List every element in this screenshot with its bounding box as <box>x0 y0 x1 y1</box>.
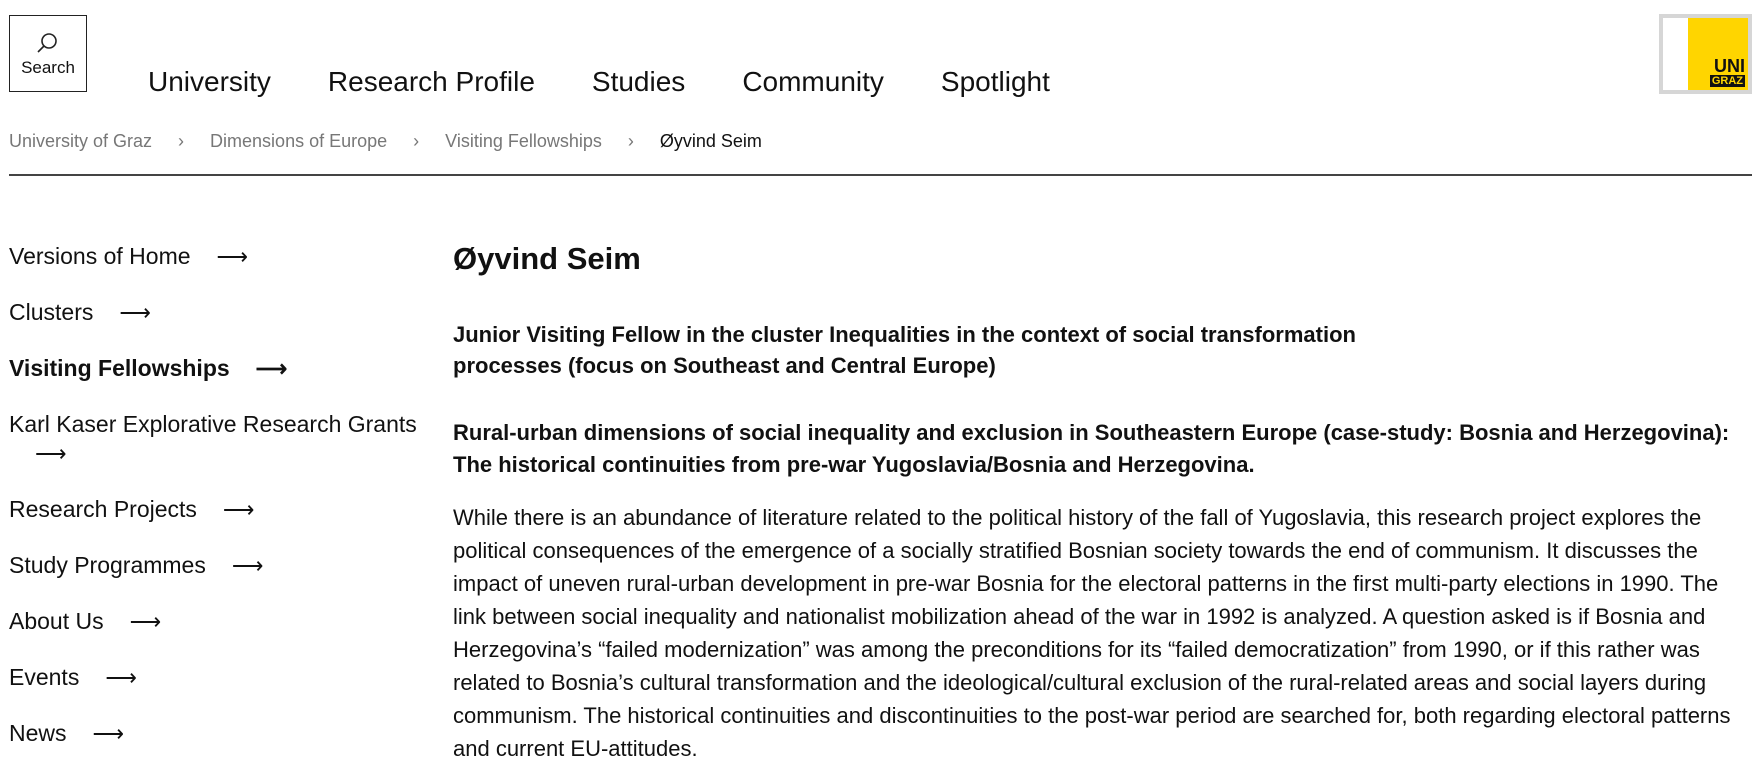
arrow-right-icon: ⟶ <box>216 244 249 269</box>
nav-community[interactable]: Community <box>742 66 884 98</box>
arrow-right-icon: ⟶ <box>231 553 264 578</box>
main-navigation: University Research Profile Studies Comm… <box>148 66 1107 98</box>
breadcrumb: University of Graz › Dimensions of Europ… <box>9 131 762 152</box>
sidebar-item-label: Karl Kaser Explorative Research Grants <box>9 411 417 437</box>
nav-studies[interactable]: Studies <box>592 66 685 98</box>
sidebar-item-versions-of-home[interactable]: Versions of Home ⟶ <box>9 242 419 271</box>
sidebar-item-visiting-fellowships[interactable]: Visiting Fellowships ⟶ <box>9 354 419 383</box>
breadcrumb-separator: › <box>627 131 634 151</box>
sidebar-item-news[interactable]: News ⟶ <box>9 719 419 748</box>
sidebar-item-label: Versions of Home <box>9 243 191 269</box>
sidebar-item-about-us[interactable]: About Us ⟶ <box>9 607 419 636</box>
sidebar-item-label: Clusters <box>9 299 94 325</box>
arrow-right-icon: ⟶ <box>35 441 67 466</box>
sidebar-item-research-projects[interactable]: Research Projects ⟶ <box>9 495 419 524</box>
breadcrumb-separator: › <box>413 131 420 151</box>
logo-text-graz: GRAZ <box>1709 75 1745 87</box>
arrow-right-icon: ⟶ <box>222 497 255 522</box>
page-title: Øyvind Seim <box>453 241 641 276</box>
sidebar-item-clusters[interactable]: Clusters ⟶ <box>9 298 419 327</box>
sidebar-item-study-programmes[interactable]: Study Programmes ⟶ <box>9 551 419 580</box>
sidebar-item-karl-kaser-grants[interactable]: Karl Kaser Explorative Research Grants ⟶ <box>9 410 419 468</box>
breadcrumb-dimensions-of-europe[interactable]: Dimensions of Europe <box>210 131 387 152</box>
arrow-right-icon: ⟶ <box>119 300 151 325</box>
sidebar-item-label: Events <box>9 664 80 690</box>
search-label: Search <box>21 57 75 77</box>
sidebar-item-label: Research Projects <box>9 496 197 522</box>
project-title: Rural-urban dimensions of social inequal… <box>453 420 1730 477</box>
search-button[interactable]: Search <box>9 15 87 92</box>
arrow-right-icon: ⟶ <box>255 356 288 381</box>
arrow-right-icon: ⟶ <box>129 609 162 634</box>
sidebar-item-label: Visiting Fellowships <box>9 355 230 381</box>
nav-spotlight[interactable]: Spotlight <box>941 66 1050 98</box>
sidebar-item-events[interactable]: Events ⟶ <box>9 663 419 692</box>
breadcrumb-university-of-graz[interactable]: University of Graz <box>9 131 152 152</box>
breadcrumb-current-page: Øyvind Seim <box>659 131 762 151</box>
main-content: Øyvind Seim Junior Visiting Fellow in th… <box>453 240 1753 765</box>
sidebar-navigation: Versions of Home ⟶ Clusters ⟶ Visiting Fel… <box>9 242 419 775</box>
breadcrumb-separator: › <box>178 131 185 151</box>
nav-research-profile[interactable]: Research Profile <box>328 66 535 98</box>
search-icon <box>37 32 57 53</box>
sidebar-item-label: About Us <box>9 608 104 634</box>
fellow-role-subtitle: Junior Visiting Fellow in the cluster In… <box>453 322 1356 378</box>
header-divider <box>9 174 1752 176</box>
arrow-right-icon: ⟶ <box>92 721 125 746</box>
arrow-right-icon: ⟶ <box>105 665 137 690</box>
logo-text-uni: UNI <box>1714 56 1745 76</box>
sidebar-item-label: Study Programmes <box>9 552 206 578</box>
breadcrumb-visiting-fellowships[interactable]: Visiting Fellowships <box>445 131 602 152</box>
nav-university[interactable]: University <box>148 66 271 98</box>
project-description: While there is an abundance of literatur… <box>453 505 1731 761</box>
university-logo[interactable]: UNI GRAZ <box>1659 14 1752 94</box>
sidebar-item-label: News <box>9 720 67 746</box>
